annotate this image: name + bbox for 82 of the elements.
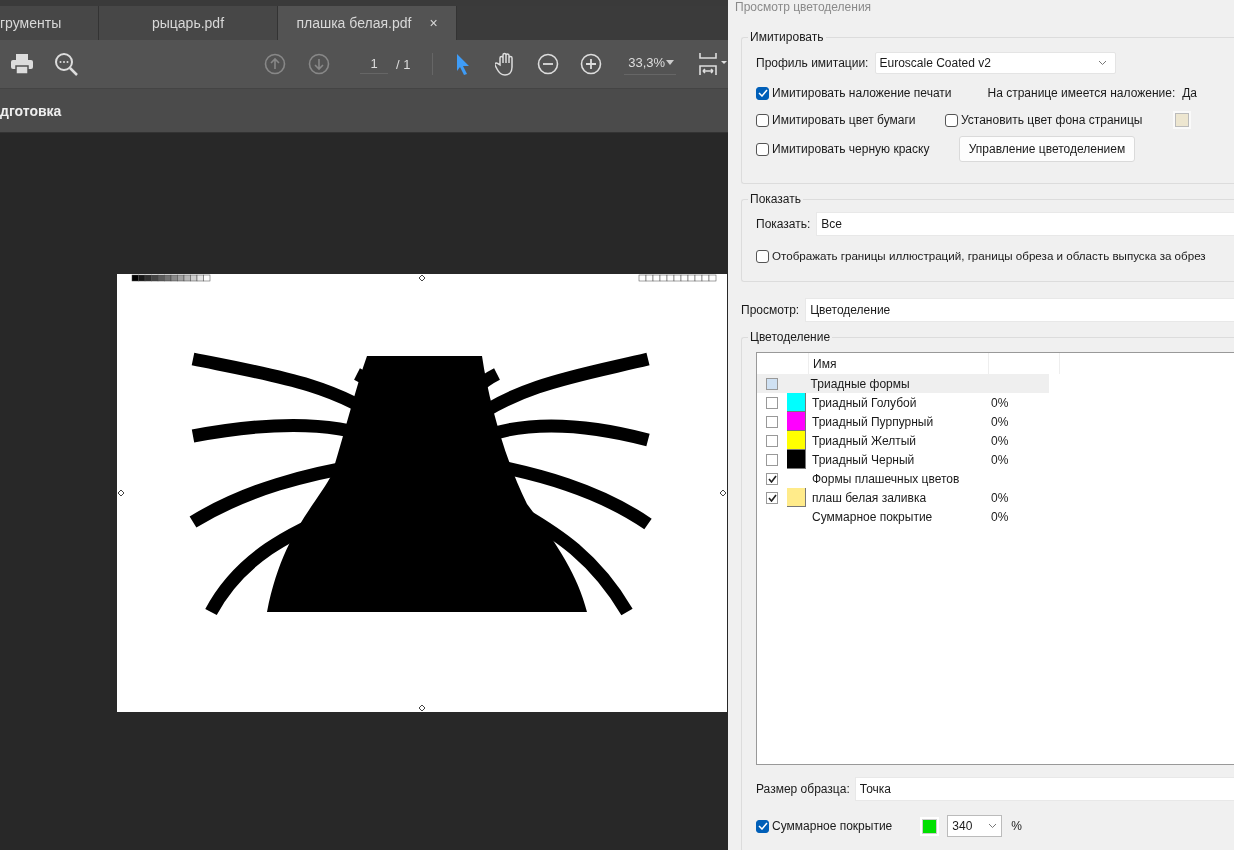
separation-name: Триадный Желтый [812,433,917,448]
separation-name: плаш белая заливка [812,490,927,505]
document-tab[interactable]: рыцарь.pdf [99,6,278,40]
group-legend: Показать [748,192,803,206]
coverage-value: 0% [991,509,1009,524]
status-label: На странице имеется наложение: [987,86,1176,100]
registration-mark-icon [117,489,125,497]
separation-name: Триадные формы [810,376,910,391]
profile-dropdown[interactable]: Euroscale Coated v2 [875,52,1117,74]
separation-row[interactable]: Триадный Голубой 0% [757,393,1234,412]
show-dropdown[interactable]: Все [816,212,1234,236]
color-swatch-button[interactable] [1175,113,1190,127]
separation-row[interactable]: Формы плашечных цветов [757,469,1234,488]
checkbox[interactable] [766,434,778,447]
checkbox[interactable] [766,453,778,466]
next-page-icon[interactable] [308,53,330,75]
field-label: Размер образца: [756,782,850,796]
tab-label: грументы [0,15,62,31]
coverage-value: 0% [991,395,1009,410]
coverage-value: 0% [991,414,1009,429]
sample-size-dropdown[interactable]: Точка [854,777,1234,801]
page-background-checkbox[interactable]: Установить цвет фона страницы [945,112,1143,128]
coverage-value: 0% [991,452,1009,467]
coverage-limit-dropdown[interactable]: 340 [947,815,1003,837]
paper-color-checkbox[interactable]: Имитировать цвет бумаги [756,112,945,128]
checkbox[interactable] [766,415,778,428]
overprint-checkbox[interactable]: Имитировать наложение печати [756,85,952,101]
close-button[interactable]: × [429,15,438,31]
coverage-value: 0% [991,490,1009,505]
checkbox[interactable] [765,377,778,390]
preview-dropdown[interactable]: Цветоделение [805,298,1234,322]
tab-label: рыцарь.pdf [151,15,225,31]
caret-icon [666,60,674,65]
registration-mark-icon [418,704,426,712]
registration-mark-icon [719,489,727,497]
manage-separations-button[interactable]: Управление цветоделением [959,136,1135,162]
zoom-dropdown[interactable]: 33,3% [624,53,676,75]
zoom-out-icon[interactable] [537,53,560,75]
group-legend: Имитировать [748,30,826,44]
document-tab[interactable]: грументы [0,6,99,40]
page-total: / 1 [396,56,411,72]
separation-row[interactable]: плаш белая заливка 0% [757,488,1234,507]
tab-label: плашка белая.pdf [296,15,412,31]
separation-name: Суммарное покрытие [812,509,933,524]
document-tab[interactable]: плашка белая.pdf × [278,6,457,40]
checkbox[interactable] [766,396,778,409]
boxes-checkbox[interactable]: Отображать границы иллюстраций, границы обреза и область выпуска за обрез [756,248,1206,264]
checkmark-icon [757,822,768,830]
field-label: Профиль имитации: [756,56,869,70]
fit-page-icon[interactable] [698,52,728,76]
unit-label: % [1011,819,1022,833]
total-coverage-checkbox[interactable]: Суммарное покрытие [756,818,893,834]
separation-row[interactable]: Суммарное покрытие 0% [757,507,1234,526]
field-label: Просмотр: [741,303,800,317]
separation-name: Триадный Голубой [812,395,917,410]
chevron-icon [1098,60,1108,66]
separation-row[interactable]: Триадный Пурпурный 0% [757,412,1234,431]
registration-mark-icon [418,274,426,282]
page-number-field[interactable]: 1 [360,54,388,74]
print-icon[interactable] [10,53,34,75]
checkbox[interactable] [766,491,778,504]
color-swatch-button[interactable] [922,818,938,834]
separation-name: Триадный Черный [812,452,915,467]
checkbox[interactable] [766,472,778,485]
previous-page-icon[interactable] [264,53,286,75]
section-title: дготовка [0,102,62,119]
pointer-icon[interactable] [455,53,472,75]
group-legend: Цветоделение [748,330,833,344]
search-icon[interactable] [54,52,78,76]
separation-row[interactable]: Триадный Желтый 0% [757,431,1234,450]
separation-row[interactable]: Триадные формы [757,374,1049,393]
zoom-in-icon[interactable] [580,53,603,75]
status-value: Да [1182,86,1198,100]
panel-title: Просмотр цветоделения [735,0,873,16]
separation-name: Триадный Пурпурный [812,414,934,429]
coverage-value: 0% [991,433,1009,448]
simulate-ink-checkbox[interactable]: Имитировать черную краску [756,141,945,157]
separation-row[interactable]: Триадный Черный 0% [757,450,1234,469]
checkmark-icon [757,89,768,97]
field-label: Показать: [756,217,811,231]
chevron-icon [988,823,998,829]
separation-name: Формы плашечных цветов [812,471,960,486]
